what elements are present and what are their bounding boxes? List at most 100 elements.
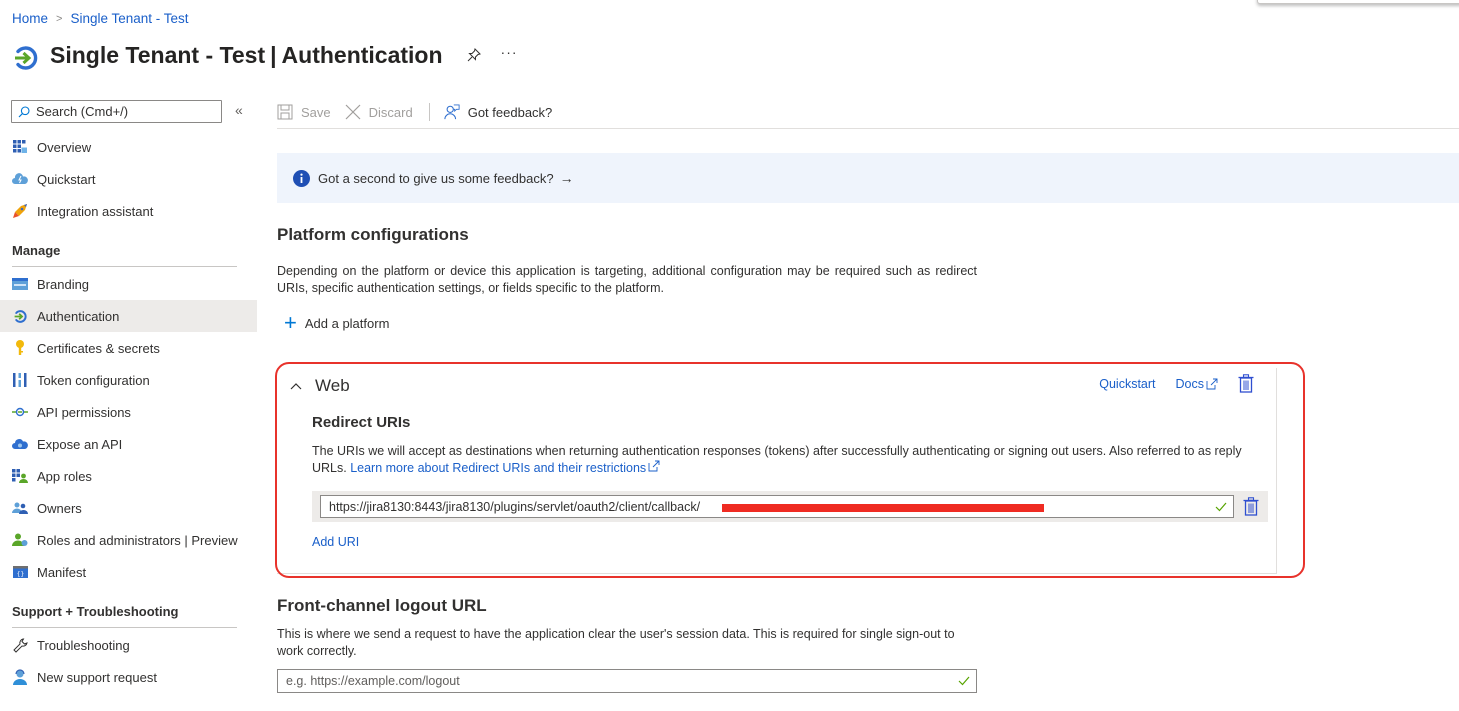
redirect-uri-input[interactable]: https://jira8130:8443/jira8130/plugins/s… xyxy=(320,495,1234,518)
section-manage: Manage xyxy=(12,243,237,267)
roles-admin-icon xyxy=(12,532,28,548)
redirect-uri-value: https://jira8130:8443/jira8130/plugins/s… xyxy=(329,499,701,514)
page-title-separator: | xyxy=(270,41,277,68)
sidebar-item-label: Manifest xyxy=(37,564,87,580)
wrench-icon xyxy=(12,637,28,653)
sidebar-search[interactable] xyxy=(11,100,222,123)
breadcrumb-app[interactable]: Single Tenant - Test xyxy=(70,11,188,26)
authentication-icon xyxy=(15,46,38,70)
sidebar-item-app-roles[interactable]: App roles xyxy=(0,460,257,492)
sidebar-item-integration-assistant[interactable]: Integration assistant xyxy=(0,195,257,227)
page-title-app: Single Tenant - Test xyxy=(50,41,266,68)
logout-url-input[interactable] xyxy=(286,674,946,688)
platform-configurations-title: Platform configurations xyxy=(277,225,469,244)
web-card-title: Web xyxy=(315,376,350,395)
add-uri-link[interactable]: Add URI xyxy=(312,535,359,549)
sidebar-item-quickstart[interactable]: Quickstart xyxy=(0,163,257,195)
search-input[interactable] xyxy=(36,104,206,119)
sidebar-item-roles-administrators[interactable]: Roles and administrators | Preview xyxy=(0,524,257,556)
page-title-section: Authentication xyxy=(281,41,443,68)
add-platform-button[interactable]: + Add a platform xyxy=(284,310,390,335)
sidebar-item-branding[interactable]: Branding xyxy=(0,268,257,300)
sidebar-item-expose-api[interactable]: Expose an API xyxy=(0,428,257,460)
sidebar-item-label: New support request xyxy=(37,669,157,685)
collapse-sidebar-icon[interactable]: « xyxy=(235,102,243,118)
sidebar-item-api-permissions[interactable]: API permissions xyxy=(0,396,257,428)
close-icon xyxy=(345,104,361,120)
sidebar-item-label: Owners xyxy=(37,500,82,516)
sidebar-item-owners[interactable]: Owners xyxy=(0,492,257,524)
platform-description: Depending on the platform or device this… xyxy=(277,264,977,295)
sidebar-item-authentication[interactable]: Authentication xyxy=(0,300,257,332)
redirect-uris-description: The URIs we will accept as destinations … xyxy=(312,443,1247,477)
sidebar-item-manifest[interactable]: {} Manifest xyxy=(0,556,257,588)
learn-more-label: Learn more about Redirect URIs and their… xyxy=(350,461,647,475)
sidebar-item-troubleshooting[interactable]: Troubleshooting xyxy=(0,629,257,661)
valid-check-icon xyxy=(1215,502,1227,512)
branding-icon xyxy=(12,276,28,292)
web-card-header[interactable]: Web xyxy=(290,376,350,396)
page-title: Single Tenant - Test | Authentication xyxy=(50,42,443,69)
breadcrumb: Home > Single Tenant - Test xyxy=(12,11,189,26)
plus-icon: + xyxy=(284,310,297,335)
arrow-right-icon: → xyxy=(559,170,574,186)
feedback-banner[interactable]: Got a second to give us some feedback? → xyxy=(277,153,1459,203)
authentication-icon xyxy=(12,308,28,324)
app-roles-icon xyxy=(12,468,28,484)
sidebar-item-label: Troubleshooting xyxy=(37,637,130,653)
sidebar-item-token-configuration[interactable]: Token configuration xyxy=(0,364,257,396)
info-icon xyxy=(293,169,310,187)
section-support: Support + Troubleshooting xyxy=(12,604,237,628)
docs-label: Docs xyxy=(1175,376,1204,391)
breadcrumb-home[interactable]: Home xyxy=(12,11,48,26)
delete-platform-trash-icon[interactable] xyxy=(1238,374,1254,393)
manifest-icon: {} xyxy=(12,564,28,580)
learn-more-link[interactable]: Learn more about Redirect URIs and their… xyxy=(350,460,660,475)
add-platform-label: Add a platform xyxy=(304,315,390,331)
quickstart-cloud-icon xyxy=(12,171,28,187)
sidebar-item-overview[interactable]: Overview xyxy=(0,131,257,163)
save-button[interactable]: Save xyxy=(277,104,331,120)
logout-url-field[interactable] xyxy=(277,669,977,693)
sidebar-item-label: Expose an API xyxy=(37,436,123,452)
sidebar-item-label: Quickstart xyxy=(37,171,96,187)
sidebar-item-label: Authentication xyxy=(37,308,120,324)
redirect-uris-title: Redirect URIs xyxy=(312,414,411,431)
save-icon xyxy=(277,104,293,120)
sidebar-item-certificates[interactable]: Certificates & secrets xyxy=(0,332,257,364)
redirect-uri-row: https://jira8130:8443/jira8130/plugins/s… xyxy=(312,491,1268,522)
logout-url-title: Front-channel logout URL xyxy=(277,596,487,615)
external-link-icon xyxy=(1206,378,1218,389)
docs-link[interactable]: Docs xyxy=(1176,377,1218,391)
delete-uri-trash-icon[interactable] xyxy=(1243,497,1259,516)
command-bar: Save Discard Got feedback? xyxy=(277,96,1459,129)
toolbar-divider xyxy=(428,103,430,121)
rocket-icon xyxy=(12,203,28,219)
more-options-icon[interactable]: ··· xyxy=(501,44,518,60)
web-platform-card: Web Quickstart Docs Redirect URIs The UR… xyxy=(277,368,1277,574)
popup-edge xyxy=(1257,0,1459,4)
sidebar-item-label: App roles xyxy=(37,468,92,484)
external-link-icon xyxy=(648,460,660,472)
discard-button[interactable]: Discard xyxy=(345,104,413,120)
sidebar-item-label: Integration assistant xyxy=(37,203,154,219)
quickstart-link[interactable]: Quickstart xyxy=(1099,377,1155,391)
svg-text:{}: {} xyxy=(16,571,24,578)
owners-icon xyxy=(12,500,28,516)
valid-check-icon xyxy=(958,676,970,686)
chevron-up-icon[interactable] xyxy=(290,382,302,390)
logout-url-description: This is where we send a request to have … xyxy=(277,627,955,658)
token-bars-icon xyxy=(12,372,28,388)
pin-icon[interactable] xyxy=(467,48,481,62)
sidebar-item-label: Roles and administrators | Preview xyxy=(37,532,238,548)
redaction-bar xyxy=(722,504,1044,512)
page-header: Single Tenant - Test | Authentication ··· xyxy=(12,38,518,72)
sidebar-item-label: Token configuration xyxy=(37,372,150,388)
feedback-person-icon xyxy=(444,104,460,120)
sidebar-item-new-support-request[interactable]: New support request xyxy=(0,661,257,693)
sidebar-item-label: API permissions xyxy=(37,404,131,420)
banner-text: Got a second to give us some feedback? xyxy=(318,170,554,186)
search-icon xyxy=(18,105,30,117)
feedback-button[interactable]: Got feedback? xyxy=(444,104,552,120)
sidebar-item-label: Branding xyxy=(37,276,90,292)
